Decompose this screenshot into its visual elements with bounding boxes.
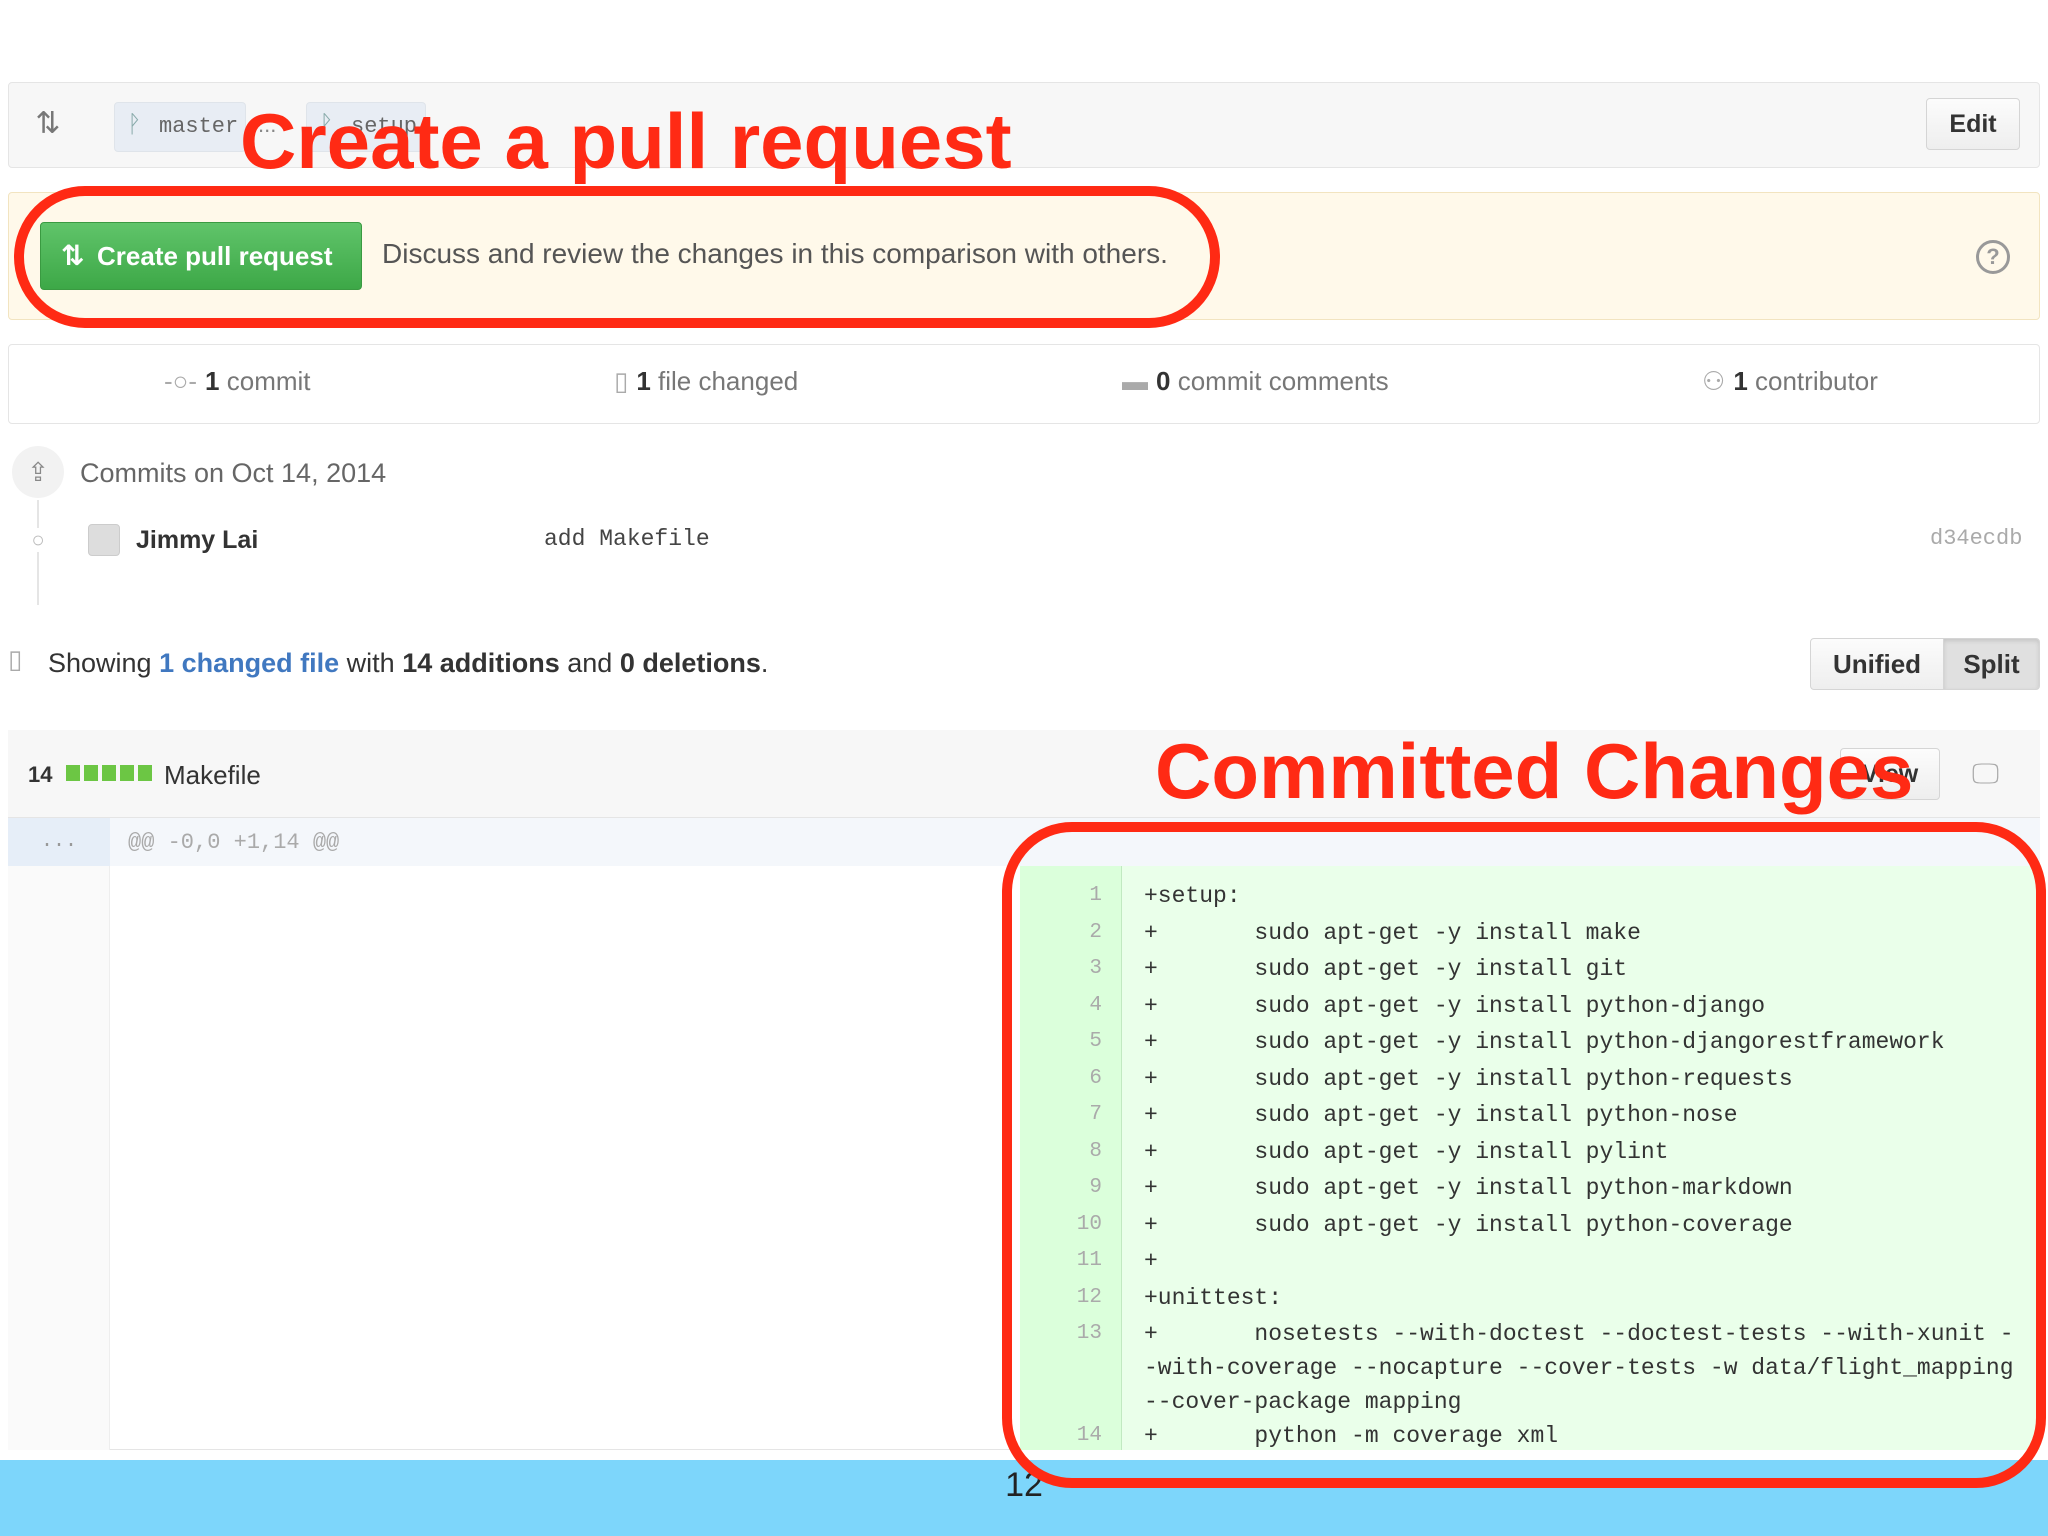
file-name[interactable]: Makefile [164, 760, 261, 791]
question-circle-icon[interactable]: ? [1976, 240, 2010, 274]
diffstat-bar [66, 765, 156, 781]
annotation-ellipse-changes [1002, 822, 2046, 1488]
comment-icon: ▬ [1122, 366, 1148, 396]
commit-sha[interactable]: d34ecdb [1930, 526, 2022, 551]
branch-icon: ᚹ [127, 113, 142, 140]
annotation-title-changes: Committed Changes [1155, 727, 1914, 815]
repo-push-icon: ⇪ [12, 446, 64, 498]
commit-icon: -○- [164, 366, 198, 396]
organization-icon: ⚇ [1702, 366, 1726, 396]
stat-files-changed[interactable]: ▯ 1 file changed [614, 366, 798, 397]
hunk-header: @@ -0,0 +1,14 @@ [128, 830, 340, 855]
compare-icon[interactable]: ⇅ [30, 106, 66, 142]
file-diff-icon: ▯ [614, 366, 629, 396]
stat-commits[interactable]: -○- 1 commit [164, 366, 311, 397]
commit-icon: ○ [26, 528, 50, 552]
split-view-button[interactable]: Split [1943, 638, 2040, 690]
changed-files-link[interactable]: 1 changed file [159, 648, 339, 678]
edit-button[interactable]: Edit [1926, 98, 2020, 150]
commit-message[interactable]: add Makefile [544, 526, 710, 552]
diff-summary: Showing 1 changed file with 14 additions… [48, 648, 769, 678]
file-diff-icon: ▯ [8, 644, 23, 674]
stat-commit-comments[interactable]: ▬ 0 commit comments [1122, 366, 1389, 397]
base-branch-selector[interactable]: ᚹ master [114, 102, 246, 152]
hunk-expand[interactable]: ... [8, 818, 110, 866]
base-branch-label: master [159, 114, 239, 139]
commit-timeline [37, 500, 39, 605]
avatar[interactable] [88, 524, 120, 556]
unified-view-button[interactable]: Unified [1810, 638, 1944, 690]
commit-author[interactable]: Jimmy Lai [136, 526, 258, 555]
annotation-title-pull-request: Create a pull request [240, 97, 1012, 185]
file-change-count: 14 [28, 762, 53, 787]
commits-date-heading: Commits on Oct 14, 2014 [80, 458, 387, 488]
annotation-ellipse-pull-request [14, 186, 1220, 328]
desktop-icon[interactable]: 🖵 [1972, 758, 1999, 791]
stat-contributors[interactable]: ⚇ 1 contributor [1702, 366, 1878, 397]
left-pane-gutter [8, 866, 110, 1450]
